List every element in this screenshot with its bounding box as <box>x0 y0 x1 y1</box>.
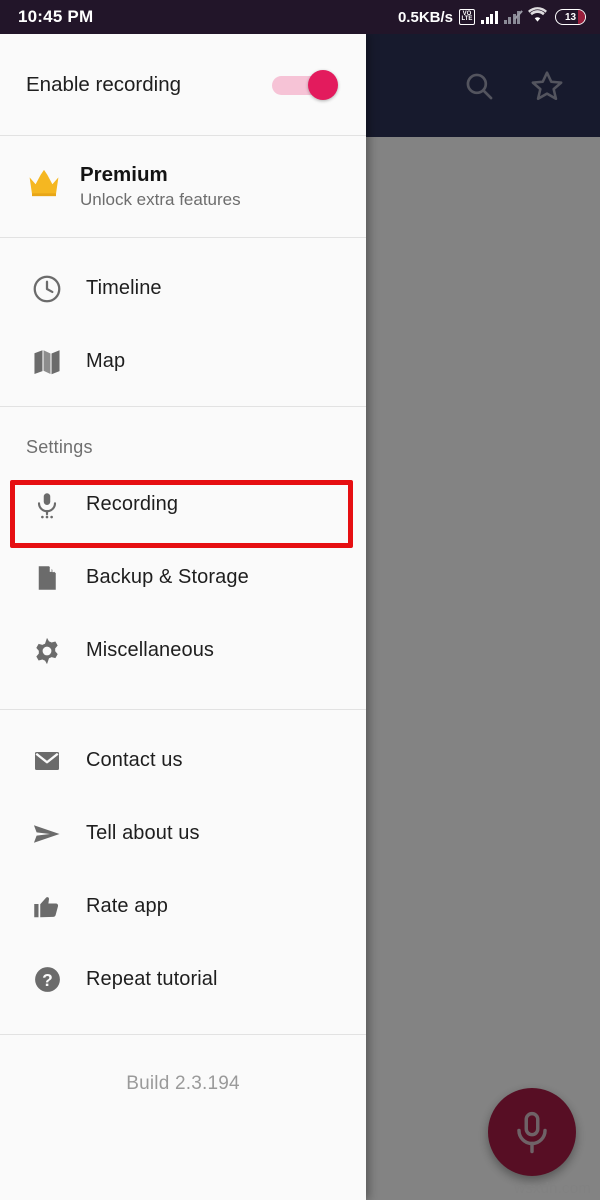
drawer-item-tell-about-us[interactable]: Tell about us <box>0 797 366 870</box>
svg-text:?: ? <box>42 970 53 990</box>
thumbs-up-icon <box>26 892 68 922</box>
map-icon <box>26 346 68 378</box>
network-speed-label: 0.5KB/s <box>397 8 453 26</box>
signal-bars-icon <box>481 10 498 24</box>
crown-icon <box>26 166 62 207</box>
switch-thumb <box>308 69 338 100</box>
premium-row[interactable]: Premium Unlock extra features <box>0 136 366 237</box>
watermark: wsxdn.com <box>514 1180 591 1197</box>
build-version-label: Build 2.3.194 <box>126 1073 240 1094</box>
wifi-icon <box>526 6 549 28</box>
drawer-item-label: Rate app <box>86 895 168 917</box>
microphone-icon <box>26 490 68 520</box>
record-fab-button[interactable] <box>488 1088 576 1176</box>
drawer-item-label: Recording <box>86 493 179 515</box>
enable-recording-row[interactable]: Enable recording <box>0 34 366 135</box>
battery-level: 13 <box>564 11 577 23</box>
send-icon <box>26 818 68 850</box>
signal-bars-off-icon <box>503 10 520 24</box>
drawer-item-recording[interactable]: Recording <box>0 468 366 541</box>
star-outline-icon[interactable] <box>530 69 564 103</box>
premium-subtitle: Unlock extra features <box>80 190 241 209</box>
enable-recording-switch[interactable] <box>272 69 338 100</box>
premium-title: Premium <box>80 163 168 186</box>
volte-icon: VO LTE <box>459 9 475 25</box>
drawer-item-rate-app[interactable]: Rate app <box>0 870 366 943</box>
search-icon[interactable] <box>462 69 496 103</box>
drawer-item-backup-storage[interactable]: Backup & Storage <box>0 541 366 614</box>
enable-recording-label: Enable recording <box>26 72 181 96</box>
drawer-item-contact-us[interactable]: Contact us <box>0 724 366 797</box>
drawer-item-map[interactable]: Map <box>0 325 366 398</box>
drawer-item-label: Miscellaneous <box>86 639 215 661</box>
navigation-drawer: Enable recording Premium Unlock extra fe… <box>0 34 366 1200</box>
drawer-item-label: Tell about us <box>86 822 200 844</box>
gear-icon <box>26 635 68 667</box>
envelope-icon <box>26 746 68 776</box>
premium-text-block: Premium Unlock extra features <box>80 163 241 210</box>
help-circle-icon: ? <box>26 964 68 995</box>
drawer-item-label: Backup & Storage <box>86 566 249 588</box>
phone-screen: NGS wsxdn.com Enable recording <box>0 0 600 1200</box>
status-clock: 10:45 PM <box>18 7 94 26</box>
nav-group: Timeline Map <box>0 238 366 406</box>
drawer-item-label: Repeat tutorial <box>86 968 218 990</box>
drawer-item-repeat-tutorial[interactable]: ? Repeat tutorial <box>0 943 366 1016</box>
drawer-item-label: Map <box>86 350 126 372</box>
sd-card-icon <box>26 563 68 593</box>
microphone-icon <box>517 1111 547 1154</box>
about-group: Contact us Tell about us Rate app ? Repe… <box>0 710 366 1016</box>
drawer-item-label: Timeline <box>86 277 162 299</box>
volte-bottom: LTE <box>461 16 473 22</box>
status-bar: 10:45 PM 0.5KB/s VO LTE 13 <box>0 0 600 34</box>
drawer-item-label: Contact us <box>86 749 183 771</box>
drawer-item-timeline[interactable]: Timeline <box>0 252 366 325</box>
clock-icon <box>26 273 68 305</box>
battery-icon: 13 <box>555 9 586 25</box>
drawer-item-miscellaneous[interactable]: Miscellaneous <box>0 614 366 687</box>
settings-section-title: Settings <box>26 437 93 457</box>
status-icons: 0.5KB/s VO LTE 13 <box>398 6 586 28</box>
